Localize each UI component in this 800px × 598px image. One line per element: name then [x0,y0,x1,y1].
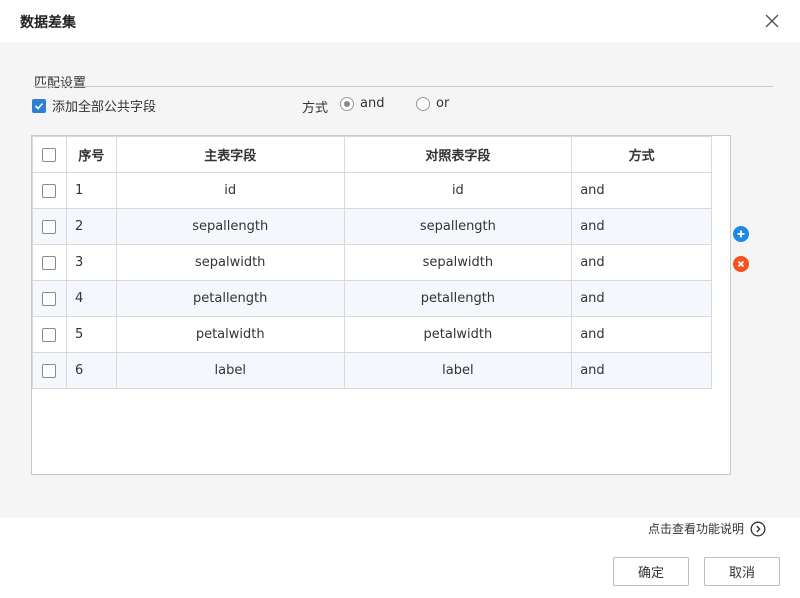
section-divider [33,86,773,87]
help-link-label: 点击查看功能说明 [648,522,745,536]
help-link[interactable]: 点击查看功能说明 [648,520,766,537]
radio-and-label: and [360,96,385,111]
section-title: 匹配设置 [34,76,87,91]
row-main-field[interactable]: sepalwidth [115,244,345,281]
header-index: 序号 [65,136,117,173]
row-ref-field[interactable]: label [343,352,573,389]
row-checkbox[interactable] [42,255,57,270]
row-checkbox[interactable] [42,291,57,306]
row-mode[interactable]: and [571,172,712,209]
close-button[interactable] [762,11,782,31]
row-checkbox[interactable] [42,219,57,234]
header-main-field: 主表字段 [115,136,345,173]
field-mapping-table: 序号 主表字段 对照表字段 方式 1 id id and 2 sepalleng… [32,136,712,389]
table-row[interactable]: 2 sepallength sepallength and [32,208,712,245]
plus-circle-icon [737,230,745,238]
radio-or[interactable]: or [416,96,449,111]
row-checkbox-cell[interactable] [32,316,67,353]
dialog-footer: 点击查看功能说明 确定 取消 [0,518,800,598]
row-checkbox-cell[interactable] [32,352,67,389]
add-all-fields-checkbox[interactable]: 添加全部公共字段 [32,96,156,115]
header-mode: 方式 [571,136,712,173]
dialog-body: 匹配设置 添加全部公共字段 方式 and or 序号 主表字段 对照表字段 方式… [0,42,800,518]
table-row[interactable]: 6 label label and [32,352,712,389]
remove-circle-icon [737,260,745,268]
row-checkbox[interactable] [42,183,57,198]
row-index: 4 [65,280,117,317]
cancel-button[interactable]: 取消 [704,557,780,586]
row-main-field[interactable]: sepallength [115,208,345,245]
row-ref-field[interactable]: petalwidth [343,316,573,353]
row-main-field[interactable]: petallength [115,280,345,317]
add-all-fields-label: 添加全部公共字段 [52,100,157,115]
row-main-field[interactable]: petalwidth [115,316,345,353]
dialog-title: 数据差集 [20,15,76,31]
table-row[interactable]: 5 petalwidth petalwidth and [32,316,712,353]
row-mode[interactable]: and [571,208,712,245]
add-row-button[interactable] [733,226,749,242]
ok-button[interactable]: 确定 [613,557,689,586]
row-checkbox[interactable] [42,327,57,342]
row-checkbox-cell[interactable] [32,208,67,245]
radio-selected-icon [340,96,354,111]
select-all-checkbox[interactable] [42,147,57,162]
checkbox-checked-icon [32,98,46,113]
field-mapping-table-container: 序号 主表字段 对照表字段 方式 1 id id and 2 sepalleng… [31,135,731,475]
table-row[interactable]: 3 sepalwidth sepalwidth and [32,244,712,281]
table-row[interactable]: 4 petallength petallength and [32,280,712,317]
row-mode[interactable]: and [571,316,712,353]
row-mode[interactable]: and [571,352,712,389]
row-checkbox-cell[interactable] [32,172,67,209]
row-checkbox[interactable] [42,363,57,378]
dialog-titlebar: 数据差集 [0,0,800,42]
row-ref-field[interactable]: id [343,172,573,209]
row-index: 3 [65,244,117,281]
close-icon [765,14,779,28]
row-index: 1 [65,172,117,209]
select-all-cell[interactable] [32,136,67,173]
row-index: 5 [65,316,117,353]
header-ref-field: 对照表字段 [343,136,573,173]
radio-or-label: or [436,96,450,111]
row-main-field[interactable]: label [115,352,345,389]
row-ref-field[interactable]: sepallength [343,208,573,245]
mode-label: 方式 [302,101,329,116]
row-index: 2 [65,208,117,245]
chevron-right-circle-icon [750,521,766,536]
remove-row-button[interactable] [733,256,749,272]
row-mode[interactable]: and [571,244,712,281]
row-ref-field[interactable]: petallength [343,280,573,317]
row-index: 6 [65,352,117,389]
row-ref-field[interactable]: sepalwidth [343,244,573,281]
table-header-row: 序号 主表字段 对照表字段 方式 [32,136,712,173]
radio-and[interactable]: and [340,96,384,111]
row-mode[interactable]: and [571,280,712,317]
row-checkbox-cell[interactable] [32,244,67,281]
radio-unselected-icon [416,96,430,111]
table-row[interactable]: 1 id id and [32,172,712,209]
row-main-field[interactable]: id [115,172,345,209]
row-checkbox-cell[interactable] [32,280,67,317]
